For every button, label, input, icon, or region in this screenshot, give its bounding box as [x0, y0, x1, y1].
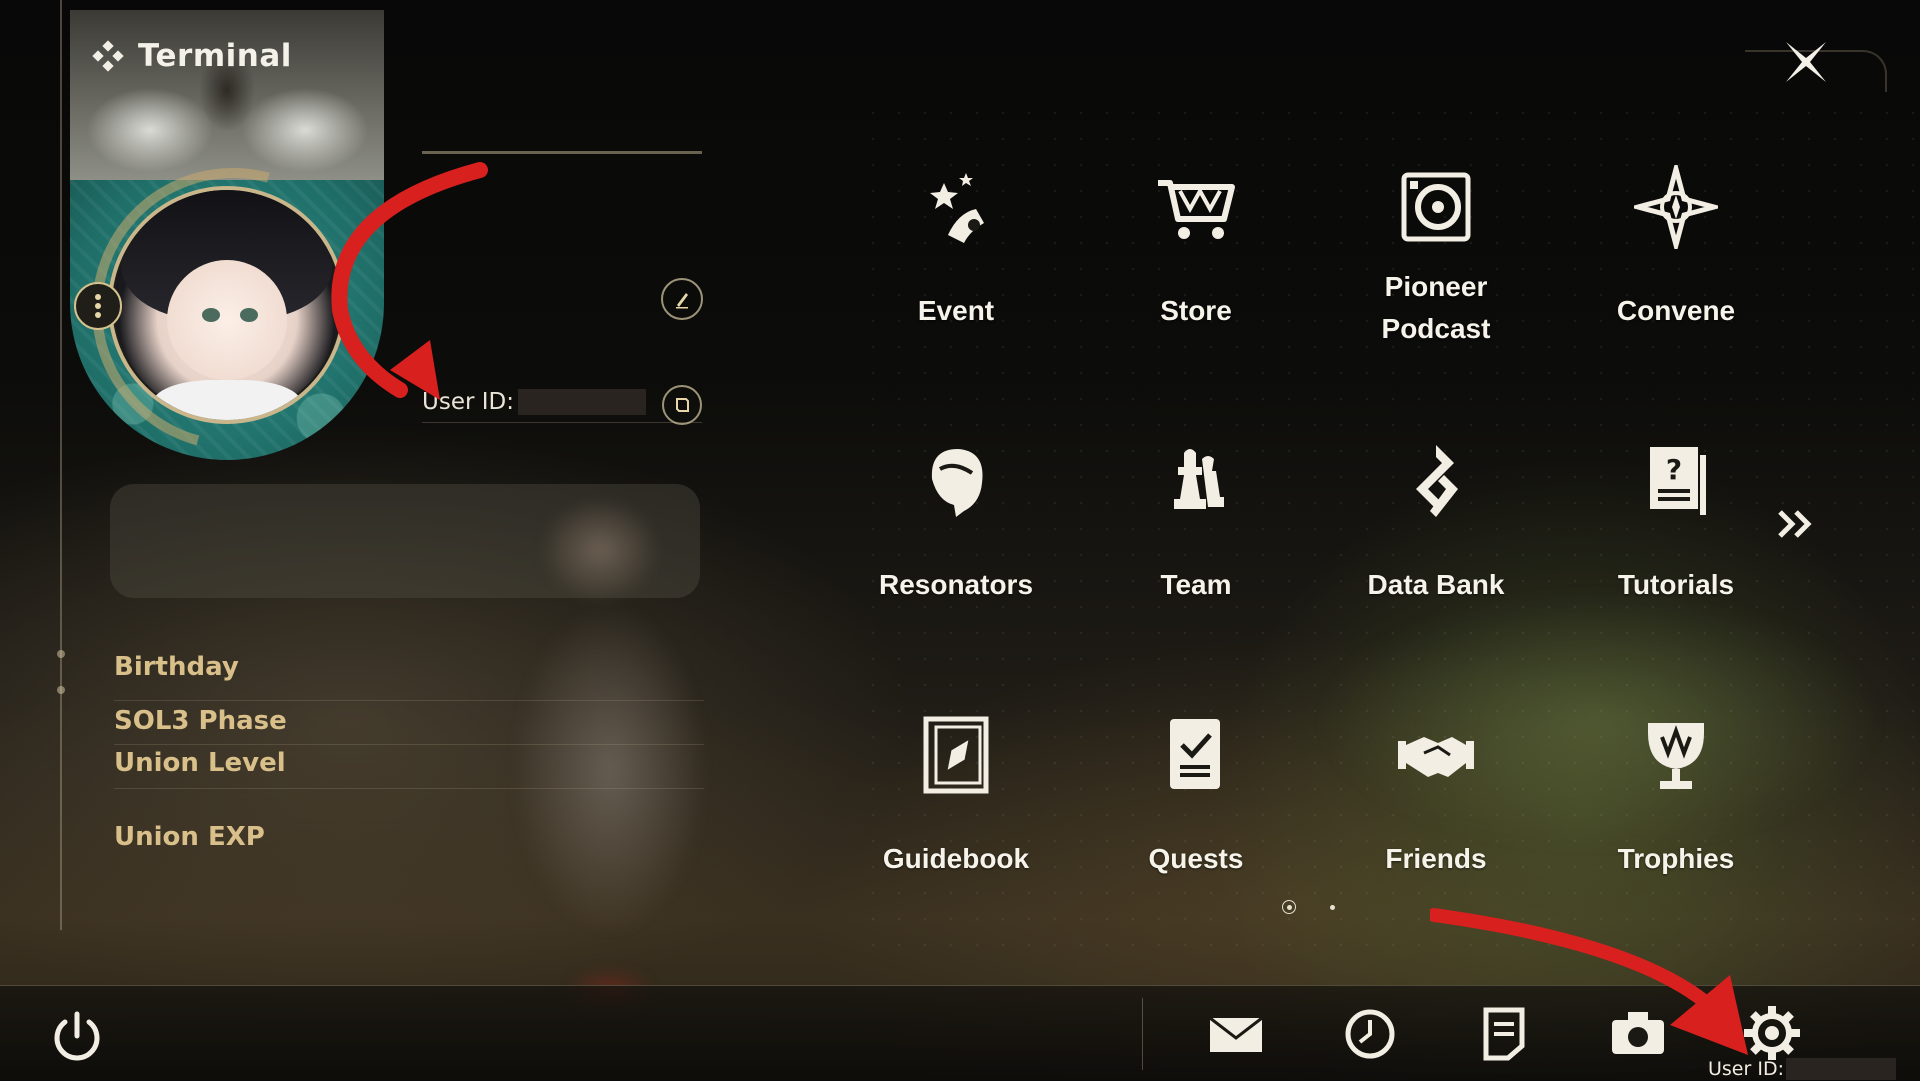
player-name-underline: [422, 151, 702, 154]
convene-icon: [1631, 162, 1721, 252]
clock-icon[interactable]: [1340, 1004, 1400, 1062]
menu-item-friends[interactable]: Friends: [1336, 688, 1536, 928]
menu-item-label: Convene: [1616, 295, 1736, 326]
user-id-label: User ID:: [422, 389, 514, 415]
podcast-label-line1: Pioneer: [1384, 271, 1488, 302]
menu-item-convene[interactable]: Convene: [1576, 140, 1776, 380]
menu-item-label: Trophies: [1617, 843, 1735, 874]
mail-icon[interactable]: [1206, 1004, 1266, 1062]
rail-dot: [57, 686, 65, 694]
podcast-icon: [1391, 162, 1481, 252]
resonators-icon: [911, 436, 1001, 526]
close-icon[interactable]: [1780, 36, 1832, 88]
menu-item-label: Quests: [1148, 843, 1244, 874]
page-indicator: [1282, 900, 1335, 914]
stat-birthday: Birthday: [114, 652, 239, 682]
avatar-face: [167, 260, 287, 380]
terminal-diamond-icon: [92, 40, 124, 72]
menu-item-label: Data Bank: [1367, 569, 1505, 600]
event-icon: [911, 162, 1001, 252]
pencil-icon: [676, 293, 688, 309]
svg-text:?: ?: [1666, 453, 1682, 486]
avatar[interactable]: [108, 186, 346, 424]
menu-item-label: Store: [1160, 295, 1232, 326]
user-id-value-redacted: [517, 389, 646, 415]
page-dot-current[interactable]: [1282, 900, 1296, 914]
next-page-arrow-icon[interactable]: [1776, 506, 1816, 542]
user-id-corner: User ID:: [1708, 1058, 1896, 1080]
menu-item-trophies[interactable]: Trophies: [1576, 688, 1776, 928]
copy-icon: [676, 398, 689, 412]
menu-item-label: Resonators: [878, 569, 1034, 600]
stat-union-exp: Union EXP: [114, 822, 265, 852]
stat-sol3-phase: SOL3 Phase: [114, 706, 287, 736]
rail-dot: [57, 650, 65, 658]
bottom-divider: [1142, 998, 1143, 1070]
page-dot[interactable]: [1330, 904, 1335, 910]
menu-item-quests[interactable]: Quests: [1096, 688, 1296, 928]
stat-union-level: Union Level: [114, 748, 286, 778]
vertical-dots-icon: [95, 294, 101, 318]
tutorials-icon: ?: [1631, 436, 1721, 526]
more-options-button[interactable]: [74, 282, 122, 330]
stat-divider: [114, 744, 704, 745]
podcast-label-line2: Podcast: [1381, 313, 1491, 344]
menu-item-store[interactable]: Store: [1096, 140, 1296, 380]
store-cart-icon: [1151, 162, 1241, 252]
menu-item-guidebook[interactable]: Guidebook: [856, 688, 1056, 928]
page-title: Terminal: [92, 38, 292, 74]
user-id-row: User ID:: [422, 382, 702, 423]
menu-item-team[interactable]: Team: [1096, 414, 1296, 654]
menu-item-label: Tutorials: [1617, 569, 1735, 600]
menu-item-label: Pioneer Podcast: [1382, 266, 1491, 350]
menu-item-label: Friends: [1385, 843, 1487, 874]
menu-item-label: Event: [917, 295, 995, 326]
copy-uid-button[interactable]: [662, 385, 702, 425]
menu-item-label: Guidebook: [882, 843, 1030, 874]
user-id-corner-label: User ID:: [1708, 1058, 1784, 1080]
user-id-corner-value-redacted: [1785, 1058, 1896, 1080]
stat-divider: [114, 700, 704, 701]
edit-name-button[interactable]: [661, 278, 703, 320]
settings-gear-icon[interactable]: [1742, 1004, 1802, 1062]
camera-icon[interactable]: [1608, 1004, 1668, 1062]
signature-field[interactable]: [110, 484, 700, 598]
data-bank-icon: [1391, 436, 1481, 526]
card-wings-art: [70, 10, 384, 180]
menu-item-pioneer-podcast[interactable]: Pioneer Podcast: [1336, 140, 1536, 380]
function-grid: Event Store Pioneer Podcast Convene Reson…: [856, 140, 1816, 900]
menu-item-resonators[interactable]: Resonators: [856, 414, 1056, 654]
menu-item-event[interactable]: Event: [856, 140, 1056, 380]
avatar-eye: [240, 308, 258, 322]
panel-title-text: Terminal: [138, 38, 292, 74]
menu-item-label: Team: [1160, 569, 1232, 600]
power-icon[interactable]: [48, 1008, 106, 1066]
guidebook-icon: [911, 710, 1001, 800]
trophies-icon: [1631, 710, 1721, 800]
stat-divider: [114, 788, 704, 789]
friends-icon: [1391, 710, 1481, 800]
left-rail-line: [60, 0, 62, 930]
avatar-collar: [152, 380, 302, 420]
team-icon: [1151, 436, 1241, 526]
menu-item-data-bank[interactable]: Data Bank: [1336, 414, 1536, 654]
avatar-eye: [202, 308, 220, 322]
menu-item-tutorials[interactable]: ? Tutorials: [1576, 414, 1776, 654]
quests-icon: [1151, 710, 1241, 800]
notes-icon[interactable]: [1474, 1004, 1534, 1062]
